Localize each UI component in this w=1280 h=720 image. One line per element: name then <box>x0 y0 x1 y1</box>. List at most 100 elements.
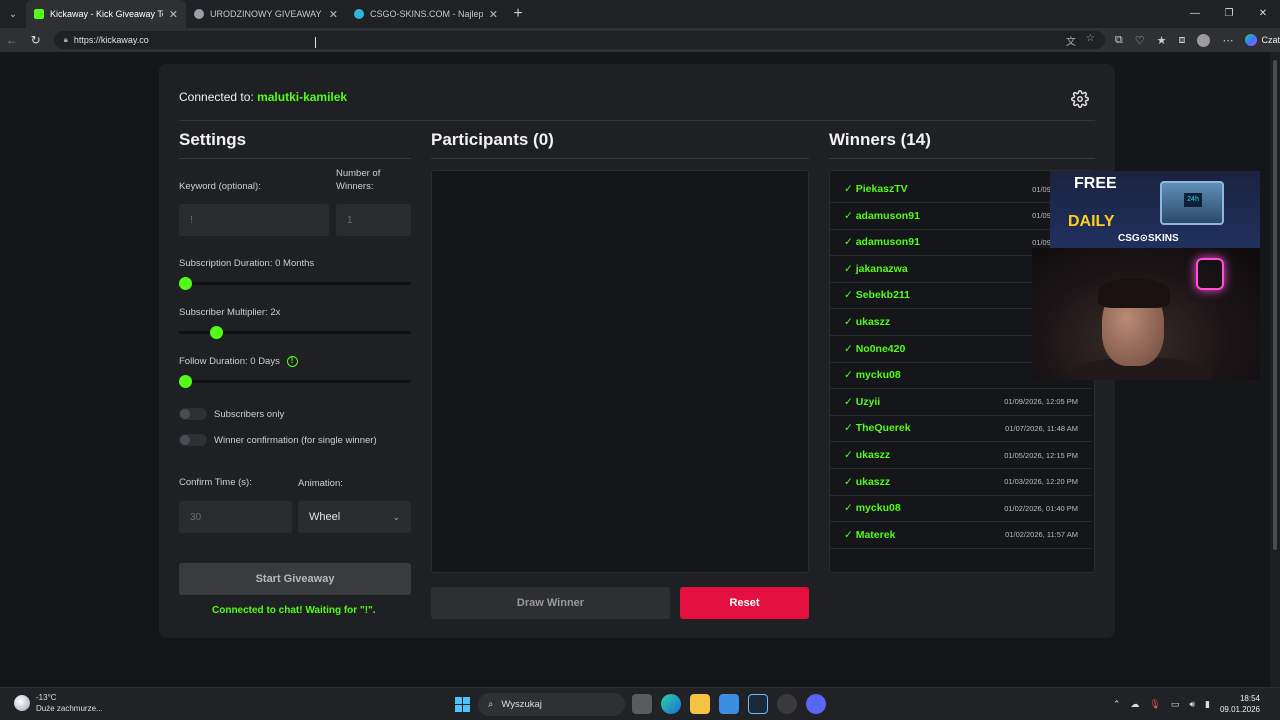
weather-widget[interactable]: -13°C Duże zachmurze... <box>14 692 103 714</box>
ad-daily-text: DAILY <box>1068 213 1115 230</box>
close-window-icon[interactable]: ✕ <box>1246 0 1280 28</box>
subscribers-only-label: Subscribers only <box>214 409 285 420</box>
favorite-star-icon[interactable]: ☆ <box>1086 33 1095 48</box>
copilot-icon <box>1245 34 1258 46</box>
steam-icon[interactable] <box>748 694 768 714</box>
winner-row: ✓ ukaszz 01/03/2026, 12:20 PM <box>830 469 1092 496</box>
globe-icon <box>194 9 204 19</box>
keyword-label: Keyword (optional): <box>179 181 261 192</box>
start-giveaway-button[interactable]: Start Giveaway <box>179 563 411 595</box>
winner-row: ✓ TheQuerek 01/07/2026, 11:48 AM <box>830 415 1092 443</box>
animation-select[interactable]: Wheel ⌄ <box>298 501 411 533</box>
csgo-skins-ad-overlay: FREE 24h DAILY CSG⊙SKINS <box>1050 171 1260 248</box>
toggle-knob <box>180 409 190 419</box>
taskbar-clock[interactable]: 18:54 09.01.2026 <box>1220 693 1260 715</box>
page-scrollbar[interactable] <box>1270 52 1280 687</box>
address-field[interactable]: 🔒︎ https://kickaway.co 文 ☆ <box>53 31 1105 49</box>
subscription-duration-slider[interactable] <box>179 277 411 290</box>
close-tab-icon[interactable]: ✕ <box>489 8 498 21</box>
close-tab-icon[interactable]: ✕ <box>329 8 338 21</box>
winner-name: ✓ ukaszz <box>844 475 891 488</box>
search-label: Wyszukaj <box>501 699 542 710</box>
site-info-icon[interactable]: 🔒︎ <box>64 35 68 45</box>
back-icon[interactable]: ← <box>0 33 24 47</box>
refresh-icon[interactable]: ↻ <box>24 33 48 47</box>
winners-count-input[interactable]: 1 <box>336 204 411 236</box>
store-icon[interactable] <box>719 694 739 714</box>
copilot-button[interactable]: Czat <box>1245 34 1280 46</box>
extensions-icon[interactable]: ⧉ <box>1115 34 1123 47</box>
connected-prefix: Connected to: <box>179 90 254 104</box>
gear-icon[interactable] <box>1071 90 1089 108</box>
winners-count-label: Number of Winners: <box>336 168 381 192</box>
tab-urodzinowy-giveaway[interactable]: URODZINOWY GIVEAWAY KAMILKA ✕ <box>186 0 346 28</box>
participants-list[interactable] <box>431 170 809 573</box>
network-icon[interactable]: ▭ <box>1171 699 1180 710</box>
tab-kickaway[interactable]: Kickaway - Kick Giveaway Tool ✕ <box>26 0 186 28</box>
profile-avatar-icon[interactable] <box>1197 33 1211 47</box>
slider-handle[interactable] <box>179 277 192 290</box>
draw-winner-button[interactable]: Draw Winner <box>431 587 670 619</box>
edge-icon[interactable] <box>661 694 681 714</box>
winner-confirmation-toggle[interactable] <box>179 434 207 446</box>
winner-date: 01/09/2026, 12:05 PM <box>1004 397 1078 407</box>
winner-name: ✓ ukaszz <box>844 449 891 461</box>
copilot-label: Czat <box>1261 35 1280 45</box>
tab-actions-menu-icon[interactable]: ⌄ <box>0 0 26 28</box>
more-menu-icon[interactable]: ⋯ <box>1222 34 1233 47</box>
onedrive-icon[interactable]: ☁ <box>1130 699 1139 710</box>
winner-name: ✓ Sebekb211 <box>844 289 911 302</box>
file-explorer-icon[interactable] <box>690 694 710 714</box>
taskbar-search[interactable]: ⌕ Wyszukaj <box>478 693 625 716</box>
winner-name: ✓ No0ne420 <box>844 342 906 355</box>
minimize-icon[interactable]: — <box>1178 0 1212 28</box>
info-icon[interactable]: ! <box>286 355 298 367</box>
maximize-icon[interactable]: ❐ <box>1212 0 1246 28</box>
discord-icon[interactable] <box>806 694 826 714</box>
mic-icon[interactable]: 🎙︎ <box>1149 699 1160 710</box>
winner-date: 01/02/2026, 11:57 AM <box>1005 530 1078 540</box>
settings-title: Settings <box>179 130 247 149</box>
webcam-overlay <box>1032 248 1260 380</box>
winner-confirmation-label: Winner confirmation (for single winner) <box>214 435 377 446</box>
subscriber-multiplier-slider[interactable] <box>179 326 411 339</box>
translate-icon[interactable]: 文 <box>1066 33 1076 48</box>
collections-icon[interactable]: ⧈ <box>1178 34 1185 47</box>
winner-name: ✓ ukaszz <box>844 316 891 328</box>
scrollbar-thumb[interactable] <box>1273 60 1277 550</box>
winner-name: ✓ adamuson91 <box>844 236 920 249</box>
tab-csgo-skins[interactable]: CSGO-SKINS.COM - Najlepsze Skrz ✕ <box>346 0 506 28</box>
subscription-duration-label: Subscription Duration: 0 Months <box>179 258 315 269</box>
subscribers-only-toggle[interactable] <box>179 408 207 420</box>
slider-handle[interactable] <box>209 326 223 339</box>
kickaway-favicon-icon <box>34 9 44 19</box>
close-tab-icon[interactable]: ✕ <box>169 8 178 21</box>
task-view-icon[interactable] <box>632 694 652 714</box>
winner-row: ✓ mycku08 01/02/2026, 01:40 PM <box>830 495 1092 523</box>
keyword-input[interactable]: ! <box>179 204 329 236</box>
winner-date: 01/03/2026, 12:20 PM <box>1004 477 1078 487</box>
battery-icon[interactable]: ▮ <box>1205 699 1210 710</box>
header-divider <box>179 120 1095 121</box>
winners-divider <box>829 158 1095 159</box>
treasure-chest-icon: 24h <box>1160 181 1224 225</box>
slider-handle[interactable] <box>179 375 192 388</box>
toggle-knob <box>180 435 190 445</box>
url-text: https://kickaway.co <box>73 35 149 45</box>
participants-divider <box>431 158 809 159</box>
slider-track <box>179 282 411 285</box>
tray-overflow-icon[interactable]: ⌃ <box>1113 699 1121 710</box>
reset-button[interactable]: Reset <box>680 587 809 619</box>
confirm-time-input[interactable]: 30 <box>179 501 292 533</box>
new-tab-icon[interactable]: + <box>506 5 530 23</box>
follow-duration-slider[interactable] <box>179 375 411 388</box>
volume-icon[interactable]: 🔊︎ <box>1189 699 1195 710</box>
clock-date: 09.01.2026 <box>1219 705 1260 714</box>
obs-icon[interactable] <box>777 694 797 714</box>
windows-start-icon[interactable] <box>455 697 470 712</box>
winner-date: 01/05/2026, 12:15 PM <box>1004 450 1078 460</box>
performance-icon[interactable]: ♡ <box>1135 34 1145 47</box>
window-controls: — ❐ ✕ <box>1178 0 1280 28</box>
favorites-icon[interactable]: ★ <box>1157 34 1167 47</box>
temperature: -13°C <box>36 693 57 702</box>
